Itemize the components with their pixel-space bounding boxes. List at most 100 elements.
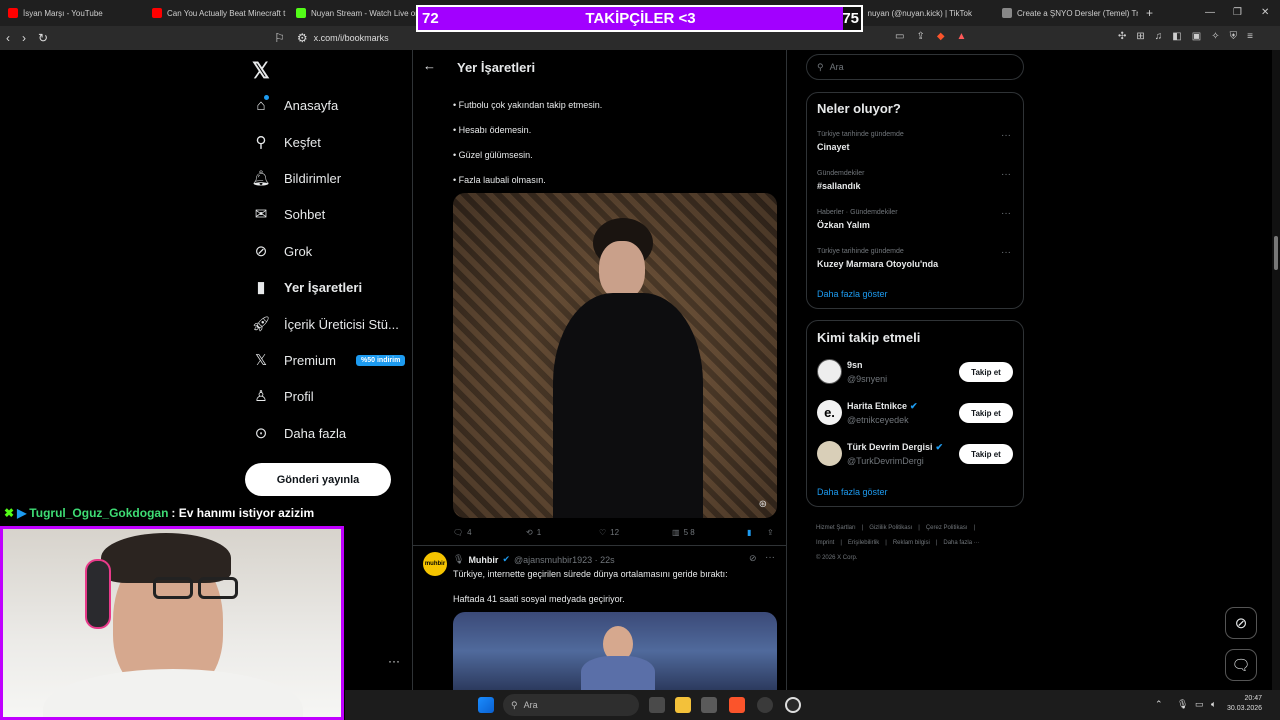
network-icon[interactable]: ▭ bbox=[1195, 699, 1204, 710]
tab-kick[interactable]: Nuyan Stream - Watch Live on bbox=[288, 0, 432, 26]
forward-icon[interactable]: › bbox=[22, 31, 26, 45]
post-button[interactable]: Gönderi yayınla bbox=[245, 463, 391, 496]
close-icon[interactable]: ✕ bbox=[1261, 7, 1269, 18]
avatar[interactable]: e. bbox=[817, 400, 842, 425]
alt-icon[interactable]: ⊛ bbox=[759, 499, 767, 510]
trend-more-icon[interactable]: ··· bbox=[1001, 130, 1011, 141]
trend-item[interactable]: Türkiye tarihinde gündemde Cinayet bbox=[817, 131, 904, 152]
repost-action[interactable]: ⟲ 1 bbox=[526, 528, 541, 537]
store-icon[interactable] bbox=[701, 697, 717, 713]
sidebar-icon[interactable]: ◧ bbox=[1172, 31, 1181, 42]
tab-create[interactable]: Create a ŞNYO Dersler (Temel) Tr bbox=[994, 0, 1138, 26]
footer-link[interactable]: Çerez Politikası bbox=[926, 521, 968, 536]
views-action[interactable]: ▥ 5 8 bbox=[672, 528, 695, 537]
follow-button[interactable]: Takip et bbox=[959, 444, 1013, 464]
author-name[interactable]: Muhbir bbox=[468, 555, 498, 565]
tray-chevron-icon[interactable]: ⌃ bbox=[1155, 699, 1163, 710]
minimize-icon[interactable]: — bbox=[1205, 7, 1215, 18]
volume-icon[interactable]: 🔈︎ bbox=[1211, 699, 1216, 710]
nav-explore[interactable]: ⚲ Keşfet bbox=[252, 133, 321, 151]
task-view-icon[interactable] bbox=[649, 697, 665, 713]
screenshot-icon[interactable]: ▭ bbox=[895, 31, 904, 42]
grok-icon[interactable]: ⊘ bbox=[749, 553, 757, 564]
scrollbar[interactable] bbox=[1272, 50, 1280, 690]
media-player-icon[interactable] bbox=[785, 697, 801, 713]
follow-name[interactable]: Türk Devrim Dergisi bbox=[847, 442, 933, 453]
nav-profile[interactable]: ♙ Profil bbox=[252, 387, 313, 405]
tab-youtube-minecraft[interactable]: Can You Actually Beat Minecraft t bbox=[144, 0, 288, 26]
vpn-icon[interactable]: ⛨ bbox=[1230, 31, 1238, 42]
footer-link[interactable]: Reklam bilgisi bbox=[893, 536, 930, 551]
nav-notifications[interactable]: 🔔︎ Bildirimler bbox=[251, 169, 341, 187]
follow-button[interactable]: Takip et bbox=[959, 403, 1013, 423]
footer-link[interactable]: Hizmet Şartları bbox=[816, 521, 856, 536]
show-more-trends-link[interactable]: Daha fazla göster bbox=[817, 289, 888, 299]
url-field[interactable]: x.com/i/bookmarks bbox=[314, 33, 389, 43]
file-explorer-icon[interactable] bbox=[675, 697, 691, 713]
trend-item[interactable]: Gündemdekiler #sallandık bbox=[817, 170, 864, 191]
avatar[interactable] bbox=[817, 359, 842, 384]
follow-name[interactable]: 9sn bbox=[847, 360, 863, 370]
extensions-icon[interactable]: ✣ bbox=[1118, 31, 1126, 42]
reload-icon[interactable]: ↻ bbox=[38, 31, 48, 45]
brave-shield-icon[interactable]: ◆ bbox=[937, 31, 945, 42]
tab-search-icon[interactable]: ⊞ bbox=[1136, 31, 1144, 42]
nav-bookmarks[interactable]: ▮ Yer İşaretleri bbox=[252, 278, 362, 296]
brave-rewards-icon[interactable]: ▲ bbox=[957, 31, 967, 42]
tab-youtube-isyan[interactable]: İsyan Marşı - YouTube bbox=[0, 0, 144, 26]
x-logo-icon[interactable]: 𝕏 bbox=[252, 58, 270, 84]
trend-item[interactable]: Türkiye tarihinde gündemde Kuzey Marmara … bbox=[817, 248, 938, 269]
bookmark-page-icon[interactable]: ⚐ bbox=[274, 31, 285, 45]
follow-name[interactable]: Harita Etnikce bbox=[847, 401, 907, 412]
glasses bbox=[153, 577, 193, 599]
nav-premium[interactable]: 𝕏 Premium %50 indirim bbox=[252, 351, 406, 369]
reply-action[interactable]: 🗨︎ 4 bbox=[453, 528, 472, 537]
trend-more-icon[interactable]: ··· bbox=[1001, 208, 1011, 219]
ai-icon[interactable]: ✧ bbox=[1211, 31, 1219, 42]
chat-float-icon[interactable]: 🗨︎ bbox=[1225, 649, 1257, 681]
back-arrow-icon[interactable]: ← bbox=[423, 58, 436, 73]
footer-link[interactable]: Gizlilik Politikası bbox=[869, 521, 912, 536]
nav-creator-studio[interactable]: 🚀︎ İçerik Üreticisi Stü... bbox=[251, 315, 398, 333]
scrollbar-thumb[interactable] bbox=[1274, 236, 1278, 270]
taskbar-search[interactable]: ⚲ Ara bbox=[503, 694, 639, 716]
bookmark-action[interactable]: ▮ bbox=[747, 528, 751, 537]
trend-more-icon[interactable]: ··· bbox=[1001, 247, 1011, 258]
maximize-icon[interactable]: ❐ bbox=[1233, 7, 1242, 18]
avatar[interactable]: muhbir bbox=[423, 552, 447, 576]
microphone-icon[interactable]: 🎙︎ bbox=[1177, 699, 1188, 710]
windows-start-icon[interactable] bbox=[478, 697, 494, 713]
nav-grok[interactable]: ⊘ Grok bbox=[252, 242, 312, 260]
account-more-icon[interactable]: ··· bbox=[388, 654, 400, 668]
footer-link[interactable]: Erişilebilirlik bbox=[848, 536, 879, 551]
show-more-follow-link[interactable]: Daha fazla göster bbox=[817, 487, 888, 497]
search-box[interactable]: ⚲ Ara bbox=[806, 54, 1024, 80]
tweet-photo[interactable]: ⊛ bbox=[453, 193, 777, 518]
new-tab-button[interactable]: + bbox=[1138, 0, 1158, 26]
x-logo-icon: 𝕏 bbox=[254, 352, 268, 369]
author-handle[interactable]: @ajansmuhbir1923 · 22s bbox=[514, 555, 615, 565]
media-icon[interactable]: ♫ bbox=[1155, 31, 1163, 42]
clock[interactable]: 20:47 30.03.2026 bbox=[1227, 694, 1262, 714]
tab-tiktok[interactable]: ♪nuyan (@nuyan.kick) | TikTok bbox=[850, 0, 994, 26]
nav-messages[interactable]: ✉ Sohbet bbox=[252, 205, 326, 223]
trend-item[interactable]: Haberler · Gündemdekiler Özkan Yalım bbox=[817, 209, 898, 230]
follow-button[interactable]: Takip et bbox=[959, 362, 1013, 382]
footer-link[interactable]: Imprint bbox=[816, 536, 834, 551]
share-action[interactable]: ⇪ bbox=[767, 528, 774, 537]
tweet-video[interactable] bbox=[453, 612, 777, 690]
back-icon[interactable]: ‹ bbox=[6, 31, 10, 45]
like-action[interactable]: ♡ 12 bbox=[599, 528, 619, 537]
footer-link[interactable]: Daha fazla ··· bbox=[943, 536, 979, 551]
tweet-more-icon[interactable]: ··· bbox=[765, 552, 775, 563]
grok-float-icon[interactable]: ⊘ bbox=[1225, 607, 1257, 639]
trend-more-icon[interactable]: ··· bbox=[1001, 169, 1011, 180]
avatar[interactable] bbox=[817, 441, 842, 466]
share-icon[interactable]: ⇪ bbox=[916, 31, 924, 42]
site-settings-icon[interactable]: ⚙ bbox=[297, 31, 308, 45]
menu-icon[interactable]: ≡ bbox=[1247, 31, 1253, 42]
brave-browser-icon[interactable] bbox=[729, 697, 745, 713]
obs-icon[interactable] bbox=[757, 697, 773, 713]
wallet-icon[interactable]: ▣ bbox=[1192, 31, 1201, 42]
nav-more[interactable]: ⊙ Daha fazla bbox=[252, 424, 346, 442]
